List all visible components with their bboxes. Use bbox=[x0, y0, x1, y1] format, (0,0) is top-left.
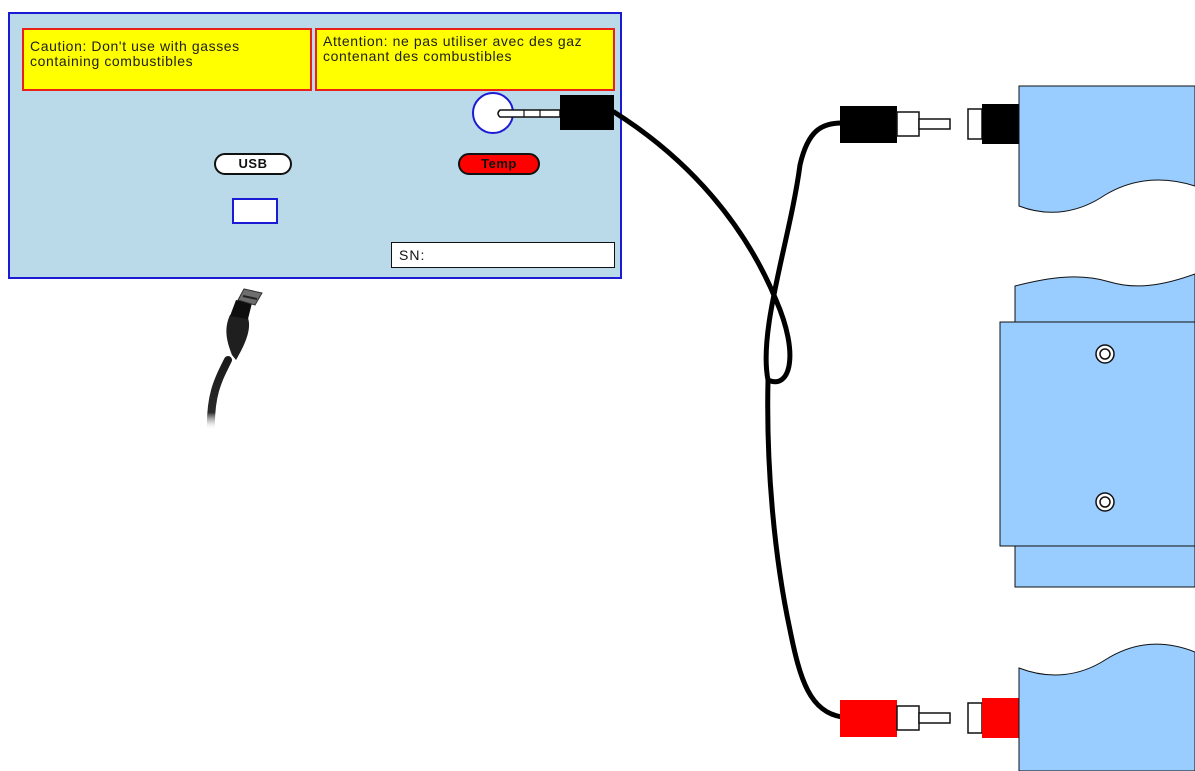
connections-drawing bbox=[206, 85, 1195, 771]
rca-socket-red[interactable] bbox=[967, 698, 1019, 738]
mini-jack-plug-icon[interactable] bbox=[497, 95, 614, 130]
wiring-diagram: Caution: Don't use with gasses containin… bbox=[0, 0, 1195, 771]
screw-icon bbox=[1095, 492, 1115, 512]
rca-plug-black-icon[interactable] bbox=[840, 106, 951, 143]
rca-plug-red-icon[interactable] bbox=[840, 700, 951, 737]
temperature-cable bbox=[611, 109, 845, 720]
rca-socket-black[interactable] bbox=[967, 104, 1019, 144]
usb-cable-icon bbox=[206, 288, 263, 434]
bottom-plate bbox=[1018, 643, 1195, 771]
top-plate bbox=[1018, 85, 1195, 213]
middle-clamp bbox=[999, 273, 1195, 588]
screw-icon bbox=[1095, 344, 1115, 364]
